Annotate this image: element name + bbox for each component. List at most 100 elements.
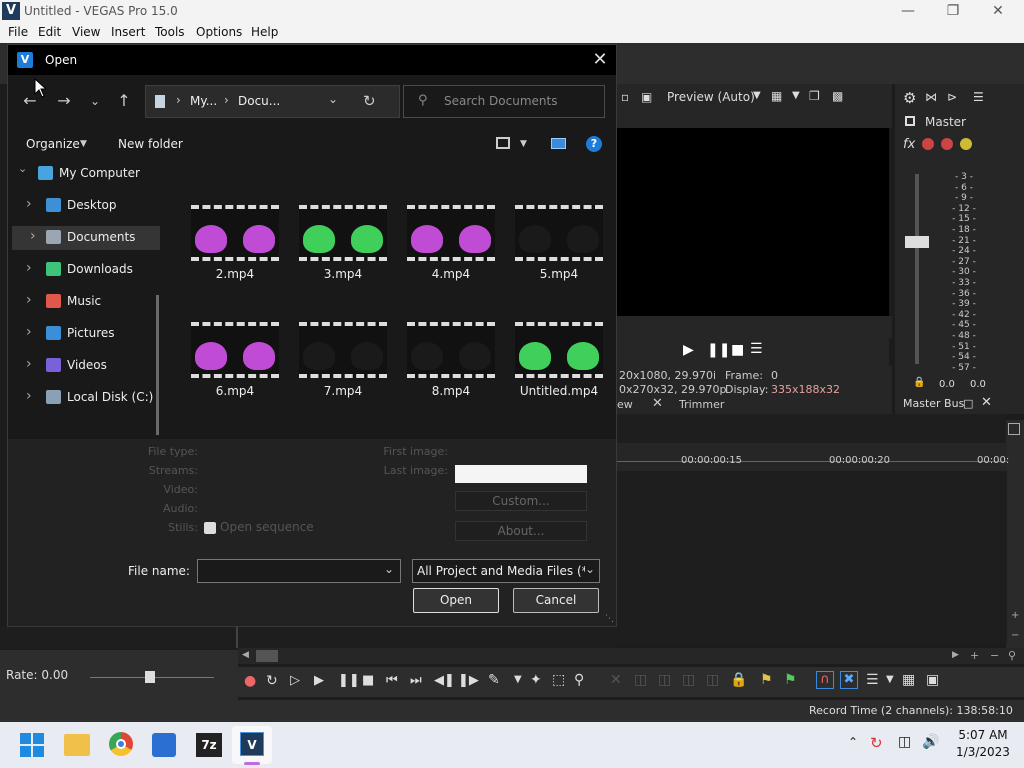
nav-item-music[interactable]: › Music bbox=[8, 290, 156, 314]
ripple-icon[interactable]: ☰ bbox=[866, 672, 879, 688]
chrome-icon[interactable] bbox=[109, 732, 133, 756]
preview-pane-icon[interactable] bbox=[551, 138, 566, 149]
downmix-icon[interactable]: ⊳ bbox=[947, 90, 957, 104]
preview-layout-icon[interactable]: ▣ bbox=[641, 90, 652, 104]
organize-button[interactable]: Organize bbox=[26, 137, 80, 151]
file-item[interactable]: 5.mp4 bbox=[509, 205, 609, 295]
menu-file[interactable]: File bbox=[8, 25, 28, 39]
nav-item-downloads[interactable]: › Downloads bbox=[8, 258, 156, 282]
lock-icon[interactable]: 🔒 bbox=[913, 377, 925, 388]
chevron-right-icon[interactable]: › bbox=[224, 93, 229, 107]
7zip-icon[interactable]: 7z bbox=[196, 733, 222, 757]
recent-locations-icon[interactable]: ⌄ bbox=[85, 91, 105, 111]
region-icon[interactable]: ⚑ bbox=[784, 672, 797, 688]
master-bus-tab[interactable]: Master Bus bbox=[903, 397, 964, 410]
selection-tool-icon[interactable]: ⬚ bbox=[552, 672, 565, 688]
update-icon[interactable]: ↻ bbox=[870, 734, 883, 752]
minimize-icon[interactable]: — bbox=[885, 0, 931, 23]
timeline-area[interactable] bbox=[617, 443, 1007, 643]
nav-item-documents[interactable]: › Documents bbox=[12, 226, 160, 250]
pause-icon[interactable]: ❚❚ bbox=[338, 673, 360, 688]
scroll-left-icon[interactable]: ◀ bbox=[242, 650, 249, 660]
zoom-in-icon[interactable]: + bbox=[1011, 610, 1019, 621]
chevron-right-icon[interactable]: › bbox=[26, 292, 32, 308]
gear-icon[interactable]: ⚙ bbox=[903, 89, 916, 107]
timeline-ruler[interactable]: 00:00:00:15 00:00:00:20 00:00: bbox=[617, 443, 1009, 471]
zoom-tool-icon[interactable]: ⚲ bbox=[1008, 649, 1016, 662]
file-item[interactable]: 8.mp4 bbox=[401, 322, 501, 412]
forward-icon[interactable]: → bbox=[54, 91, 74, 111]
close-app-icon[interactable]: ✕ bbox=[975, 0, 1021, 23]
chevron-down-icon[interactable]: ▼ bbox=[520, 139, 527, 149]
chevron-down-icon[interactable]: ⌄ bbox=[328, 92, 338, 106]
fx-icon[interactable]: fx bbox=[903, 137, 915, 152]
chevron-right-icon[interactable]: › bbox=[26, 324, 32, 340]
tab-video-preview[interactable]: ew bbox=[617, 398, 633, 411]
menu-edit[interactable]: Edit bbox=[38, 25, 61, 39]
envelope-tool-icon[interactable]: ✦ bbox=[530, 672, 542, 688]
scroll-right-icon[interactable]: ▶ bbox=[952, 650, 959, 660]
play-icon[interactable]: ▶ bbox=[683, 342, 694, 358]
previous-frame-icon[interactable]: ◀❚ bbox=[434, 673, 455, 688]
cancel-button[interactable]: Cancel bbox=[513, 588, 599, 613]
menu-help[interactable]: Help bbox=[251, 25, 278, 39]
mixer-icon[interactable]: ☰ bbox=[973, 90, 984, 104]
resize-grip-icon[interactable]: ⋱ bbox=[605, 614, 614, 624]
save-snapshot-icon[interactable]: ▩ bbox=[832, 89, 843, 103]
chevron-down-icon[interactable]: ⌄ bbox=[384, 562, 394, 576]
ignore-grouping-icon[interactable]: ▣ bbox=[926, 672, 939, 688]
file-item[interactable]: 2.mp4 bbox=[185, 205, 285, 295]
mute-icon[interactable] bbox=[941, 138, 953, 150]
file-explorer-icon[interactable] bbox=[64, 734, 90, 756]
preview-split-icon[interactable]: ▫ bbox=[621, 90, 629, 104]
chevron-down-icon[interactable]: ▼ bbox=[753, 90, 761, 101]
lock-envelopes-icon[interactable]: ▦ bbox=[902, 672, 915, 688]
nav-scrollbar[interactable] bbox=[156, 295, 159, 435]
tab-trimmer[interactable]: Trimmer bbox=[679, 398, 724, 411]
chevron-right-icon[interactable]: › bbox=[176, 93, 181, 107]
close-icon[interactable]: ✕ bbox=[588, 48, 612, 72]
menu-icon[interactable]: ☰ bbox=[750, 341, 763, 357]
chevron-down-icon[interactable]: ▼ bbox=[80, 139, 87, 149]
chevron-right-icon[interactable]: › bbox=[26, 196, 32, 212]
zoom-out-icon[interactable]: − bbox=[1011, 630, 1019, 641]
nav-item-videos[interactable]: › Videos bbox=[8, 354, 156, 378]
undock-icon[interactable]: □ bbox=[963, 397, 973, 410]
play-icon[interactable]: ▶ bbox=[314, 673, 324, 688]
file-type-select[interactable]: All Project and Media Files (*.ve ⌄ bbox=[412, 559, 600, 583]
windows-start-icon[interactable] bbox=[20, 733, 44, 757]
nav-item-pictures[interactable]: › Pictures bbox=[8, 322, 156, 346]
menu-options[interactable]: Options bbox=[196, 25, 242, 39]
file-item[interactable]: Untitled.mp4 bbox=[509, 322, 609, 412]
custom-button[interactable]: Custom... bbox=[455, 491, 587, 511]
close-icon[interactable]: ✕ bbox=[981, 395, 992, 410]
chevron-up-icon[interactable]: ⌃ bbox=[848, 735, 858, 749]
menu-view[interactable]: View bbox=[72, 25, 100, 39]
refresh-icon[interactable]: ↻ bbox=[363, 92, 376, 110]
chevron-right-icon[interactable]: › bbox=[30, 228, 36, 244]
chevron-down-icon[interactable]: ▼ bbox=[886, 674, 894, 685]
search-box[interactable]: ⚲ Search Documents bbox=[403, 85, 605, 118]
address-bar[interactable]: › My... › Docu... ⌄ ↻ bbox=[145, 85, 400, 118]
master-checkbox[interactable] bbox=[905, 116, 915, 126]
store-icon[interactable] bbox=[152, 733, 176, 757]
loop-icon[interactable]: ↻ bbox=[266, 673, 278, 689]
automation-icon[interactable] bbox=[922, 138, 934, 150]
chevron-right-icon[interactable]: › bbox=[26, 388, 32, 404]
note-icon[interactable] bbox=[1008, 423, 1020, 435]
file-item[interactable]: 6.mp4 bbox=[185, 322, 285, 412]
go-to-start-icon[interactable]: ⏮ bbox=[386, 673, 398, 688]
chevron-down-icon[interactable]: ▼ bbox=[514, 674, 522, 685]
file-name-input[interactable]: ⌄ bbox=[197, 559, 401, 583]
clock-time[interactable]: 5:07 AM bbox=[958, 728, 1008, 742]
menu-insert[interactable]: Insert bbox=[111, 25, 145, 39]
horizontal-scrollbar[interactable]: ◀ ▶ + − ⚲ bbox=[238, 648, 1024, 664]
stop-icon[interactable]: ■ bbox=[362, 673, 374, 688]
network-icon[interactable]: ◫ bbox=[898, 734, 911, 750]
about-button[interactable]: About... bbox=[455, 521, 587, 541]
nav-item-local-disk-c[interactable]: › Local Disk (C:) bbox=[8, 386, 156, 410]
next-frame-icon[interactable]: ❚▶ bbox=[458, 673, 479, 688]
pause-icon[interactable]: ❚❚ bbox=[707, 342, 730, 358]
nav-item-desktop[interactable]: › Desktop bbox=[8, 194, 156, 218]
snapping-icon[interactable]: ∩ bbox=[816, 671, 834, 689]
